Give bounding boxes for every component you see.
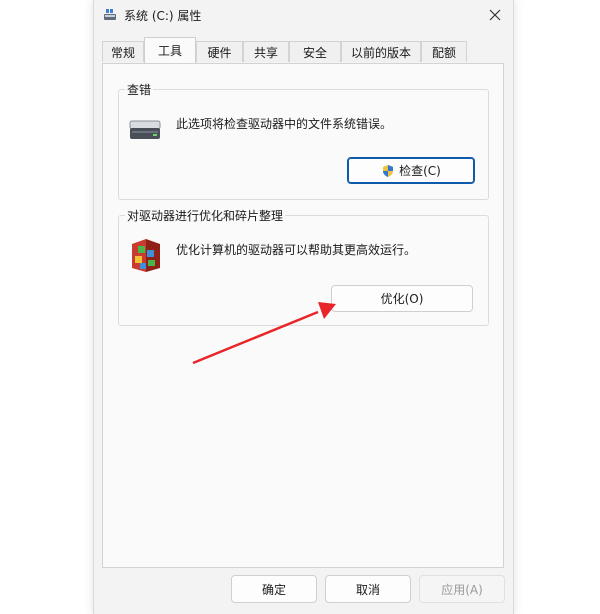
apply-button[interactable]: 应用(A) [419, 575, 505, 603]
check-button-label: 检查(C) [399, 164, 441, 178]
tab-label: 安全 [302, 45, 327, 60]
tab-hardware[interactable]: 硬件 [196, 41, 243, 62]
close-icon [489, 9, 501, 21]
tab-label: 工具 [157, 44, 182, 58]
tab-quota[interactable]: 配额 [421, 41, 467, 62]
tab-label: 硬件 [207, 45, 232, 60]
cancel-button-label: 取消 [355, 582, 380, 597]
error-checking-title: 查错 [125, 81, 154, 98]
check-button[interactable]: 检查(C) [347, 157, 475, 184]
tab-label: 配额 [431, 45, 456, 60]
tab-previous-versions[interactable]: 以前的版本 [341, 41, 421, 62]
optimize-description: 优化计算机的驱动器可以帮助其更高效运行。 [176, 243, 417, 257]
optimize-group: 对驱动器进行优化和碎片整理 优化计算机的驱动器可以帮助其更高效运行。 优化(O) [118, 207, 489, 326]
tab-label: 共享 [253, 45, 278, 60]
tab-label: 常规 [110, 45, 135, 60]
cancel-button[interactable]: 取消 [325, 575, 411, 603]
defrag-icon [130, 238, 162, 277]
optimize-button[interactable]: 优化(O) [331, 285, 473, 312]
tab-label: 以前的版本 [350, 45, 411, 60]
properties-dialog: 系统 (C:) 属性 常规 工具 硬件 共享 安全 以前的版本 配额 查错 此选… [93, 0, 514, 614]
ok-button[interactable]: 确定 [231, 575, 317, 603]
tab-sharing[interactable]: 共享 [243, 41, 289, 62]
close-button[interactable] [477, 0, 513, 30]
uac-shield-icon [383, 164, 394, 177]
tab-general[interactable]: 常规 [102, 41, 144, 62]
tools-panel: 查错 此选项将检查驱动器中的文件系统错误。 检查(C) 对驱动器进行优化和碎片整… [102, 63, 504, 568]
drive-icon [103, 8, 117, 22]
error-checking-group: 查错 此选项将检查驱动器中的文件系统错误。 检查(C) [118, 81, 489, 200]
ok-button-label: 确定 [261, 582, 286, 597]
apply-button-label: 应用(A) [441, 582, 483, 597]
optimize-title: 对驱动器进行优化和碎片整理 [125, 207, 286, 224]
title-bar: 系统 (C:) 属性 [94, 0, 513, 30]
tab-security[interactable]: 安全 [289, 41, 341, 62]
error-checking-description: 此选项将检查驱动器中的文件系统错误。 [176, 117, 393, 131]
tab-tools[interactable]: 工具 [144, 37, 196, 63]
optimize-button-label: 优化(O) [380, 292, 424, 306]
hard-drive-icon [129, 119, 161, 144]
window-title: 系统 (C:) 属性 [124, 9, 202, 23]
